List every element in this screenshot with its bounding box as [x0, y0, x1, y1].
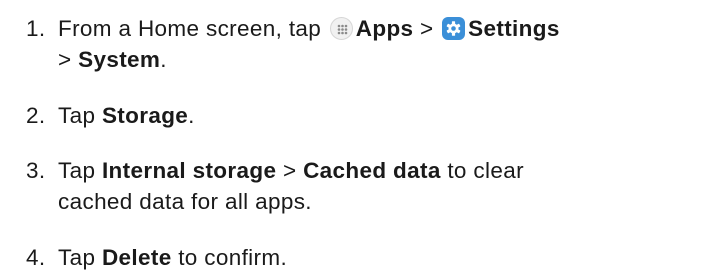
separator: >: [282, 158, 297, 183]
step-text-fragment: Tap: [58, 158, 96, 183]
step-line: Tap Delete to confirm.: [58, 242, 704, 273]
step-line: cached data for all apps.: [58, 186, 704, 217]
period: .: [188, 103, 195, 128]
step-text-fragment: to confirm.: [178, 245, 288, 270]
step-line: From a Home screen, tap Apps > Settings: [58, 13, 704, 44]
step-text-fragment: Tap: [58, 103, 96, 128]
step-text: From a Home screen, tap Apps > Settings …: [58, 13, 704, 75]
step-line: > System.: [58, 44, 704, 75]
period: .: [160, 47, 167, 72]
step-line: Tap Internal storage > Cached data to cl…: [58, 155, 704, 186]
step-text-fragment: cached data for all apps.: [58, 189, 312, 214]
delete-label: Delete: [101, 245, 172, 270]
step-text: Tap Storage.: [58, 100, 704, 131]
step-line: Tap Storage.: [58, 100, 704, 131]
apps-grid-icon: [329, 17, 353, 40]
step-text-fragment: to clear: [447, 158, 524, 183]
separator: >: [420, 16, 434, 41]
step-text-fragment: Tap: [58, 245, 96, 270]
step-number: 1.: [26, 16, 46, 41]
cached-data-label: Cached data: [303, 158, 441, 183]
step-text: Tap Internal storage > Cached data to cl…: [58, 155, 704, 217]
step-number: 4.: [26, 245, 46, 270]
settings-gear-icon: [442, 17, 466, 40]
storage-label: Storage: [101, 103, 189, 128]
apps-label: Apps: [355, 16, 414, 41]
step-number: 3.: [26, 158, 46, 183]
separator: >: [58, 47, 72, 72]
step-text-fragment: From a Home screen, tap: [58, 16, 322, 41]
system-label: System: [78, 47, 161, 72]
settings-label: Settings: [468, 16, 560, 41]
step-number: 2.: [26, 103, 46, 128]
internal-storage-label: Internal storage: [101, 158, 277, 183]
step-text: Tap Delete to confirm.: [58, 242, 704, 273]
